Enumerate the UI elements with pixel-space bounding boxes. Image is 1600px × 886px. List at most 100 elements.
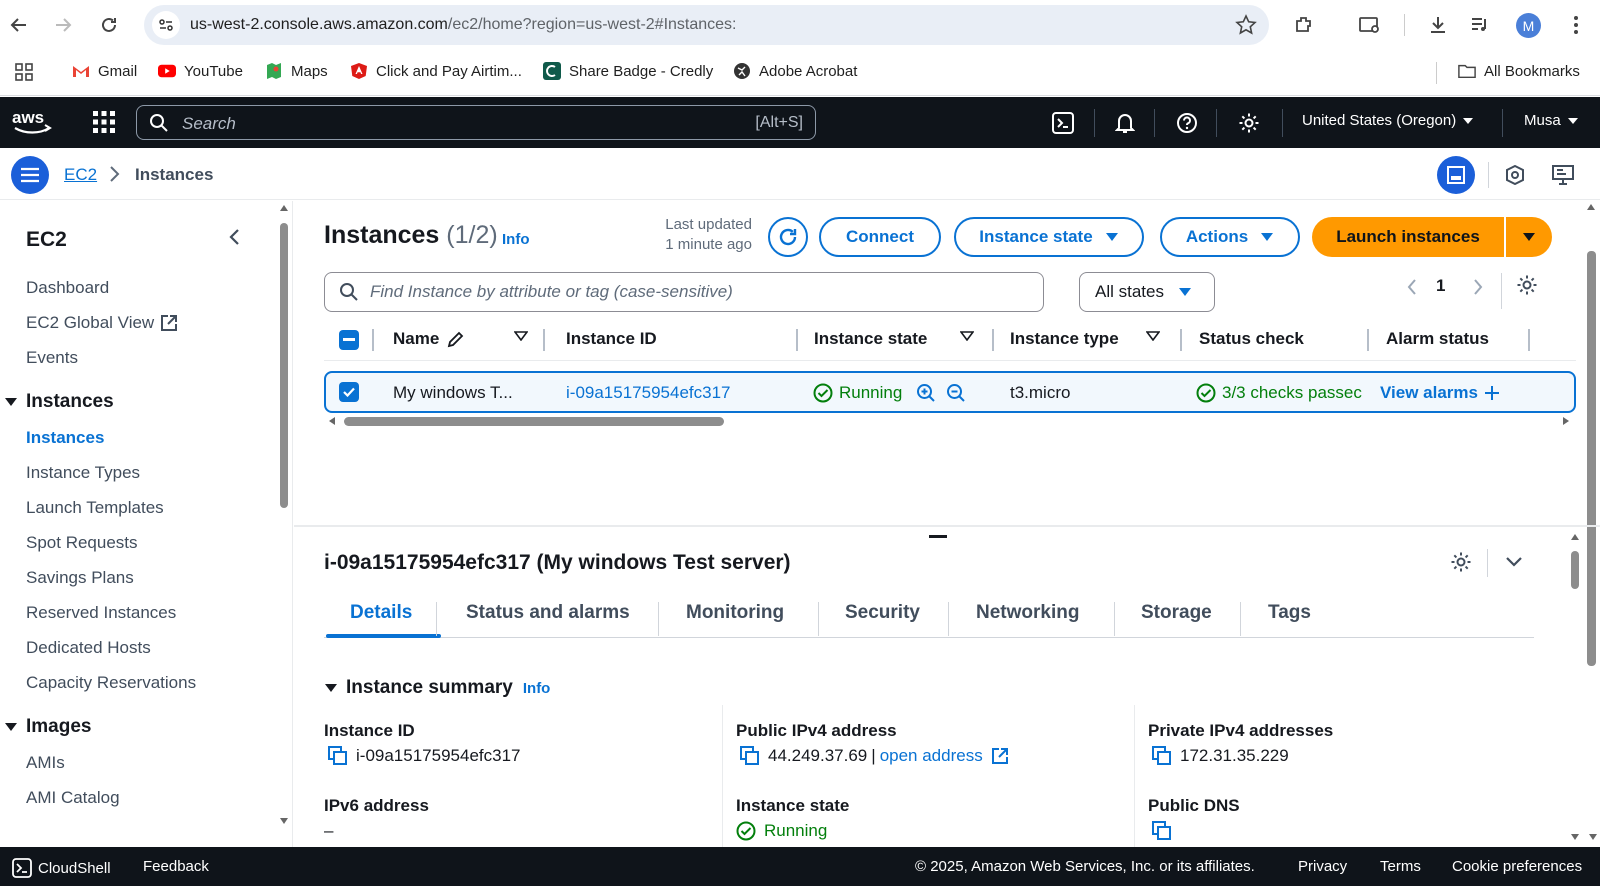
shield-gear-icon[interactable] [1496,156,1534,194]
services-grid-icon[interactable] [92,110,116,134]
details-vertical-scrollbar[interactable] [1568,531,1582,847]
aws-logo[interactable]: aws [12,108,54,136]
bookmark-credly[interactable]: Share Badge - Credly [543,62,713,80]
copy-icon[interactable] [328,746,348,766]
instance-summary-header[interactable]: Instance summary Info [324,677,550,699]
bookmark-adobe-acrobat[interactable]: Adobe Acrobat [733,62,857,80]
table-row[interactable]: My windows T... i-09a15175954efc317 Runn… [324,371,1576,413]
bookmark-maps[interactable]: Maps [265,62,328,80]
sort-caret-icon[interactable] [1146,331,1160,341]
tab-status-and-alarms[interactable]: Status and alarms [466,602,630,624]
table-horizontal-scrollbar[interactable] [324,414,1576,428]
sidebar-item-instances[interactable]: Instances [26,428,104,448]
external-link-icon[interactable] [991,747,1009,765]
sidebar-item-spot-requests[interactable]: Spot Requests [26,533,138,553]
all-states-filter[interactable]: All states [1079,272,1215,312]
profile-avatar[interactable]: M [1516,13,1541,38]
column-header-alarm-status[interactable]: Alarm status [1386,329,1489,349]
actions-button[interactable]: Actions [1160,217,1300,257]
table-scroll-thumb[interactable] [344,417,724,426]
split-panel-icon[interactable] [1437,156,1475,194]
apps-icon[interactable] [14,62,34,82]
cookie-preferences-link[interactable]: Cookie preferences [1452,858,1582,875]
cast-icon[interactable] [1356,11,1384,39]
copy-icon[interactable] [1152,821,1172,841]
main-vertical-scrollbar[interactable] [1584,201,1598,671]
row-checkbox[interactable] [339,382,359,402]
launch-instances-button[interactable]: Launch instances [1312,217,1552,257]
forward-icon[interactable] [48,10,78,40]
chevron-down-icon[interactable] [1504,553,1524,571]
more-options-icon[interactable] [1562,11,1590,39]
column-header-instance-state[interactable]: Instance state [814,329,927,349]
tab-security[interactable]: Security [845,602,920,624]
table-settings-gear-icon[interactable] [1516,274,1538,296]
media-icon[interactable] [1466,11,1494,39]
all-bookmarks[interactable]: All Bookmarks [1458,62,1580,80]
cell-instance-id-link[interactable]: i-09a15175954efc317 [566,383,730,403]
region-selector[interactable]: United States (Oregon) [1302,112,1474,129]
sidebar-item-launch-templates[interactable]: Launch Templates [26,498,164,518]
sort-caret-icon[interactable] [960,331,974,341]
bookmark-star-icon[interactable] [1235,14,1257,36]
prev-page-icon[interactable] [1406,278,1418,296]
split-panel-drag-handle[interactable] [929,535,947,538]
find-instance-input[interactable]: Find Instance by attribute or tag (case-… [324,272,1044,312]
extensions-icon[interactable] [1290,11,1318,39]
refresh-button[interactable] [768,217,808,257]
tab-details[interactable]: Details [350,602,412,624]
settings-gear-icon[interactable] [1236,110,1262,136]
bookmark-youtube[interactable]: YouTube [158,62,243,80]
tab-tags[interactable]: Tags [1268,602,1311,624]
aws-search-input[interactable]: Search [Alt+S] [136,105,816,140]
connect-button[interactable]: Connect [819,217,941,257]
cloudshell-button[interactable]: CloudShell [12,858,111,878]
column-header-instance-id[interactable]: Instance ID [566,329,657,349]
open-address-link[interactable]: open address [880,746,983,766]
sidebar-section-images[interactable]: Images [4,716,91,738]
sidebar-scroll-thumb[interactable] [280,223,288,508]
view-alarms-link[interactable]: View alarms [1380,383,1500,403]
breadcrumb-ec2-link[interactable]: EC2 [64,165,97,185]
instances-info-link[interactable]: Info [502,231,530,248]
launch-dropdown-caret-icon[interactable] [1506,217,1552,257]
notifications-bell-icon[interactable] [1112,110,1138,136]
next-page-icon[interactable] [1472,278,1484,296]
user-menu[interactable]: Musa [1524,112,1579,129]
address-bar[interactable]: us-west-2.console.aws.amazon.com/ec2/hom… [144,5,1269,45]
sidebar-item-ami-catalog[interactable]: AMI Catalog [26,788,120,808]
column-header-instance-type[interactable]: Instance type [1010,329,1119,349]
page-number[interactable]: 1 [1436,276,1445,296]
zoom-out-icon[interactable] [946,383,966,403]
terms-link[interactable]: Terms [1380,858,1421,875]
sidebar-item-dedicated-hosts[interactable]: Dedicated Hosts [26,638,151,658]
sidebar-item-dashboard[interactable]: Dashboard [26,278,109,298]
zoom-in-icon[interactable] [916,383,936,403]
back-icon[interactable] [4,10,34,40]
cloudshell-icon[interactable] [1050,110,1076,136]
instance-state-button[interactable]: Instance state [954,217,1144,257]
copy-icon[interactable] [1152,746,1172,766]
main-scroll-thumb[interactable] [1587,251,1596,666]
sidebar-scrollbar[interactable] [278,201,290,847]
tab-monitoring[interactable]: Monitoring [686,602,784,624]
close-sidebar-icon[interactable] [225,227,245,247]
sidebar-item-global-view[interactable]: EC2 Global View [26,313,178,333]
sidebar-section-instances[interactable]: Instances [4,391,114,413]
sidebar-item-savings-plans[interactable]: Savings Plans [26,568,134,588]
monitor-icon[interactable] [1544,156,1582,194]
scroll-down-arrow-icon[interactable] [1588,833,1598,841]
column-header-name[interactable]: Name [393,329,465,349]
side-nav-toggle-button[interactable] [11,156,49,194]
download-icon[interactable] [1424,11,1452,39]
sidebar-item-capacity-reservations[interactable]: Capacity Reservations [26,673,196,693]
plus-icon[interactable] [1484,385,1500,401]
tab-storage[interactable]: Storage [1141,602,1212,624]
column-header-status-check[interactable]: Status check [1199,329,1304,349]
tab-networking[interactable]: Networking [976,602,1079,624]
privacy-link[interactable]: Privacy [1298,858,1347,875]
help-icon[interactable] [1174,110,1200,136]
site-info-icon[interactable] [152,11,180,39]
sidebar-item-reserved-instances[interactable]: Reserved Instances [26,603,176,623]
details-scroll-thumb[interactable] [1571,551,1579,589]
